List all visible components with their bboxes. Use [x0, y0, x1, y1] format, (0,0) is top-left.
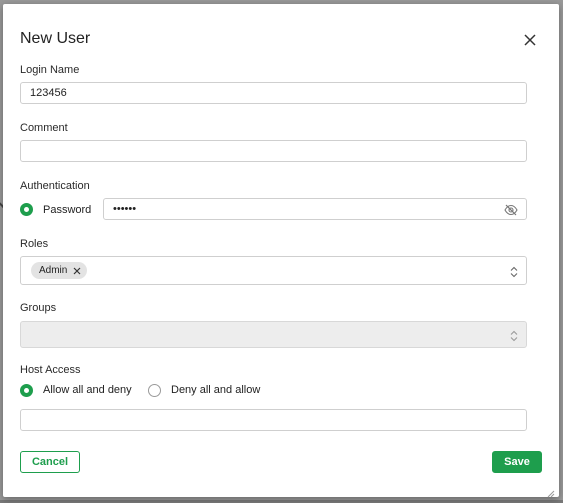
new-user-dialog: New User Login Name Comment Authenticati…	[3, 4, 559, 498]
chip-remove-icon[interactable]	[73, 267, 81, 275]
host-access-input[interactable]	[21, 410, 526, 430]
comment-input[interactable]	[21, 141, 526, 161]
cancel-button[interactable]: Cancel	[20, 451, 80, 473]
authentication-label: Authentication	[20, 180, 90, 192]
deny-all-label: Deny all and allow	[171, 384, 261, 396]
password-field[interactable]	[103, 198, 527, 220]
deny-all-radio[interactable]	[148, 384, 161, 397]
login-name-label: Login Name	[20, 64, 80, 76]
close-icon[interactable]	[521, 31, 539, 49]
save-button[interactable]: Save	[492, 451, 542, 473]
chevron-updown-icon[interactable]	[510, 265, 518, 278]
allow-all-label: Allow all and deny	[43, 384, 132, 396]
chevron-updown-icon	[510, 329, 518, 342]
role-chip-label: Admin	[39, 265, 68, 276]
host-access-field[interactable]	[20, 409, 527, 431]
login-name-input[interactable]	[21, 83, 526, 103]
password-radio[interactable]	[20, 203, 33, 216]
comment-field[interactable]	[20, 140, 527, 162]
host-access-label: Host Access	[20, 364, 81, 376]
password-input[interactable]	[104, 199, 526, 219]
roles-select[interactable]: Admin	[20, 256, 527, 285]
groups-label: Groups	[20, 302, 57, 314]
roles-label: Roles	[20, 238, 49, 250]
eye-slash-icon[interactable]	[504, 203, 518, 216]
comment-label: Comment	[20, 122, 68, 134]
role-chip-admin: Admin	[31, 262, 88, 279]
dialog-title: New User	[20, 30, 91, 47]
resize-grip-icon[interactable]	[547, 485, 555, 498]
allow-all-radio[interactable]	[20, 384, 33, 397]
login-name-field[interactable]	[20, 82, 527, 104]
password-radio-label: Password	[43, 204, 92, 216]
groups-select[interactable]	[20, 321, 527, 348]
